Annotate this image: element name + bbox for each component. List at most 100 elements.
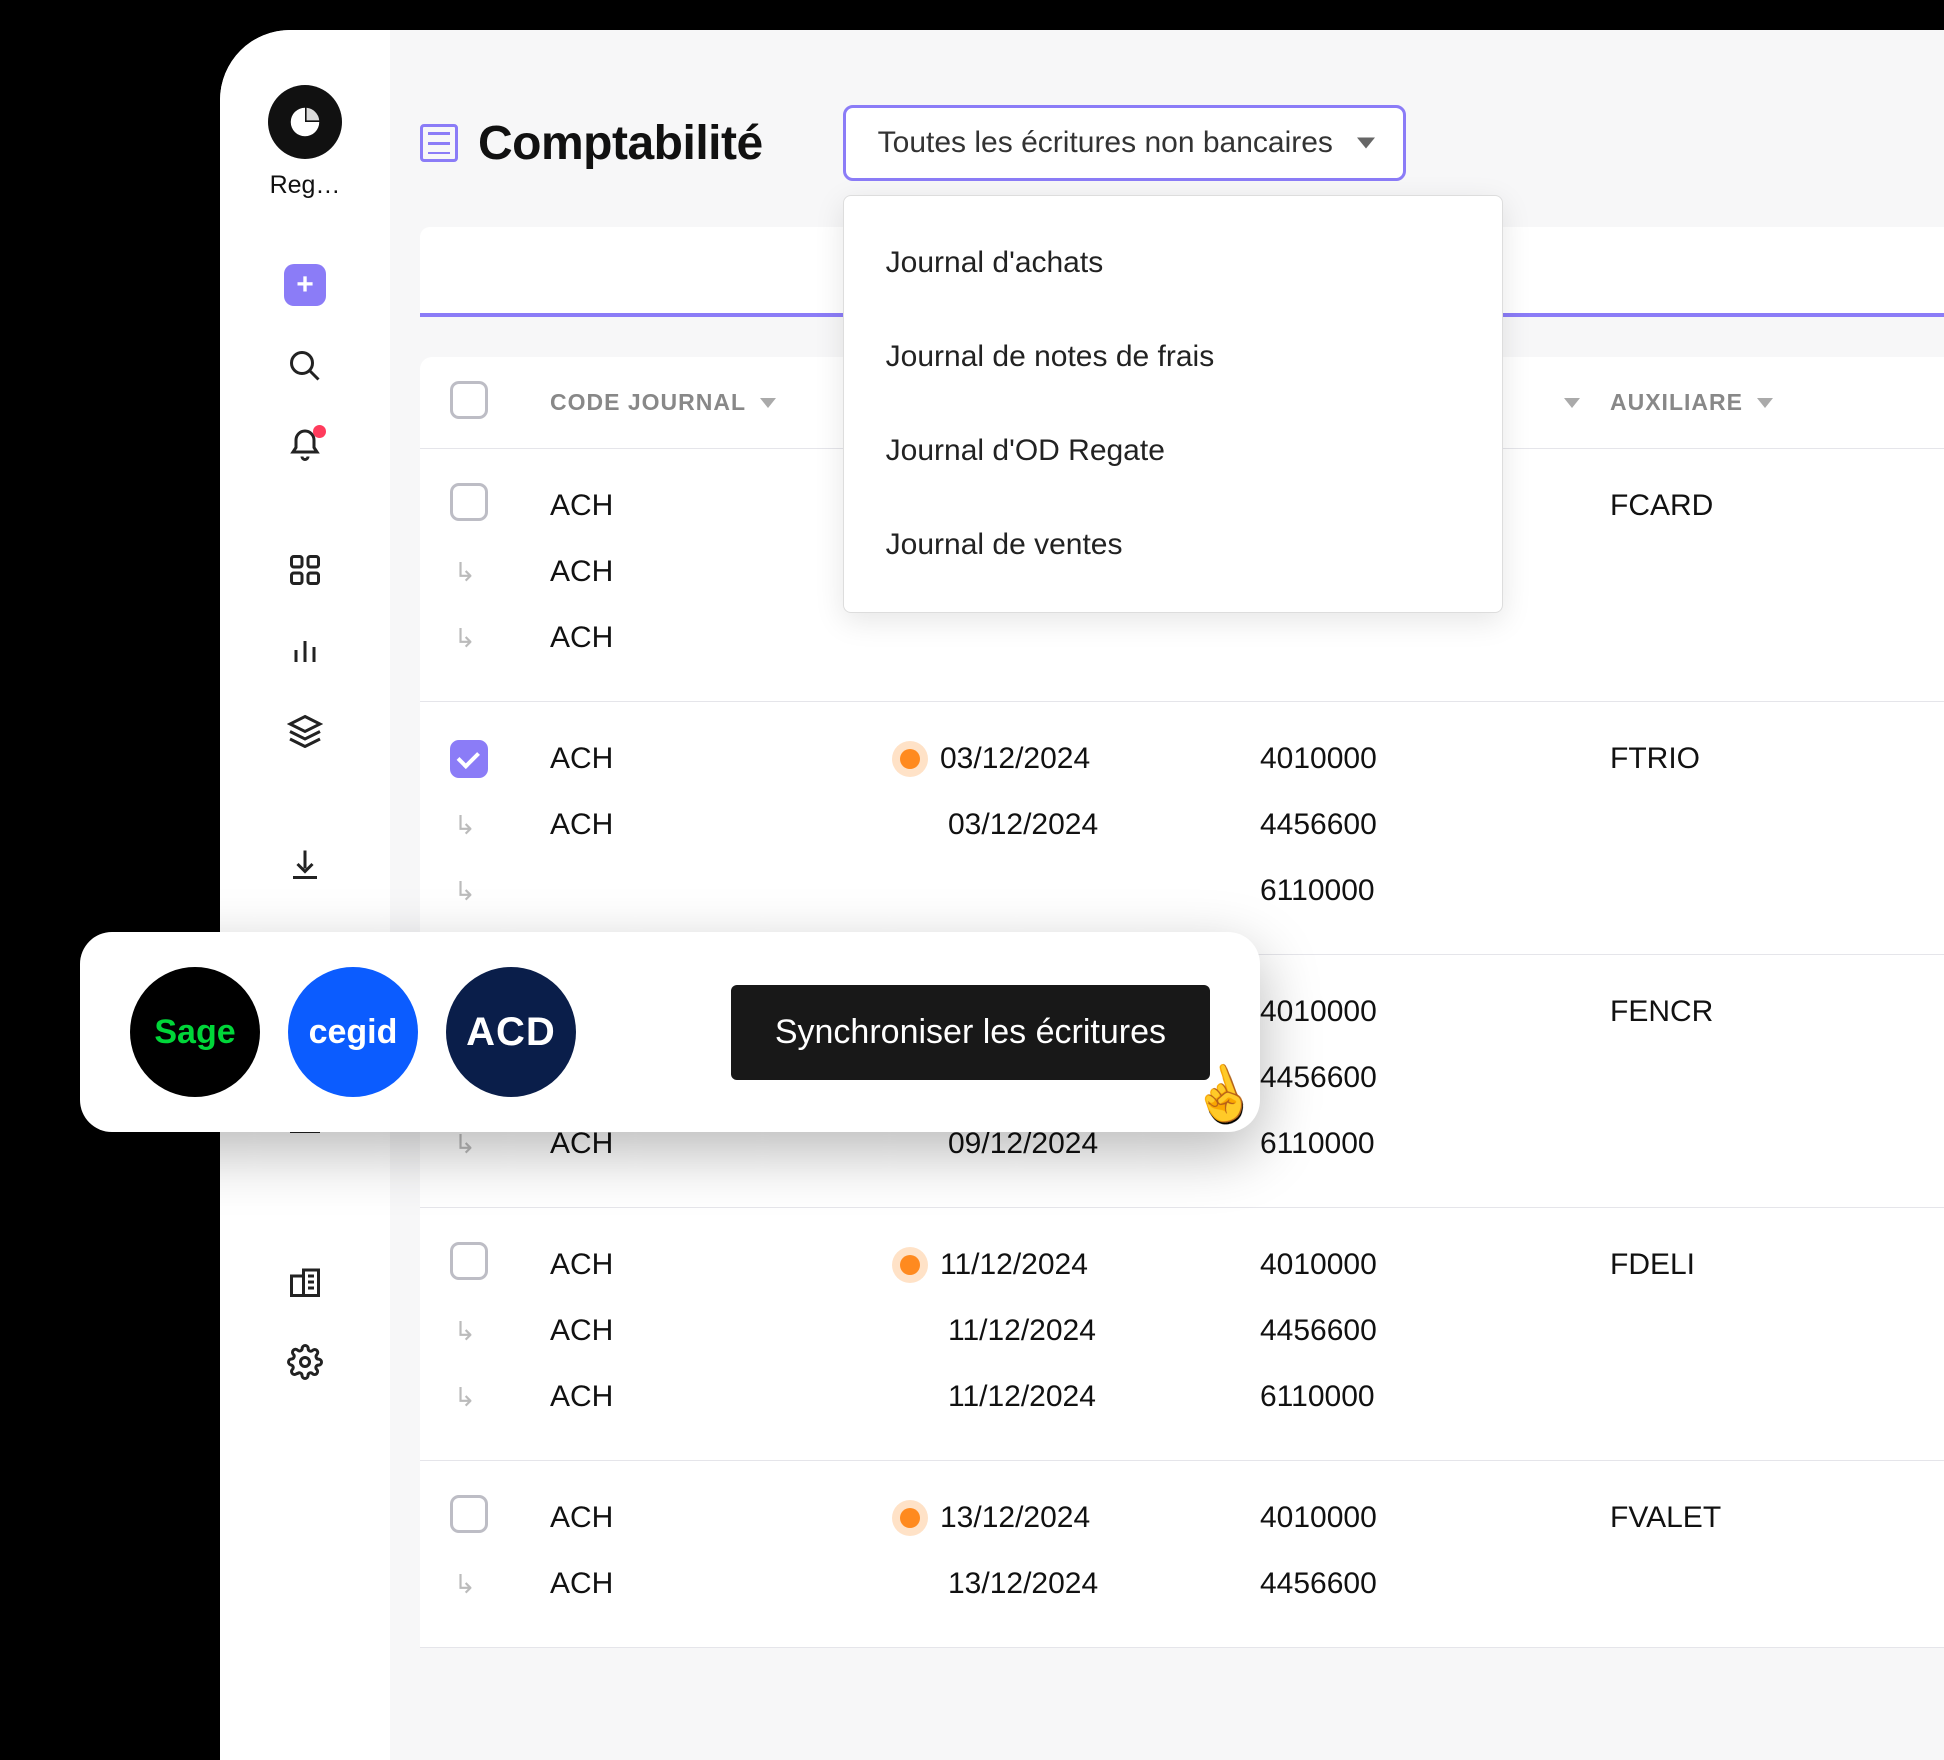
cell-aux: FCARD: [1610, 489, 1870, 523]
journal-option[interactable]: Journal d'OD Regate: [844, 404, 1502, 498]
nav-group-primary: +: [284, 264, 326, 466]
cell-aux: FVALET: [1610, 1501, 1870, 1535]
page-header: Comptabilité Toutes les écritures non ba…: [420, 105, 1944, 181]
cell-account: 6110000: [1260, 1380, 1610, 1414]
sort-caret-icon: [1757, 398, 1773, 408]
bar-chart-icon[interactable]: [285, 630, 325, 670]
cell-account: 4456600: [1260, 1314, 1610, 1348]
page-title: Comptabilité: [478, 116, 763, 171]
table-row[interactable]: ↳ ACH: [450, 605, 1920, 671]
cursor-hand-icon: ☝: [1182, 1054, 1264, 1133]
download-icon[interactable]: [285, 844, 325, 884]
cell-account: 4010000: [1260, 995, 1610, 1029]
cell-account: 4010000: [1260, 742, 1610, 776]
entry-group: ACH03/12/20244010000FTRIO ↳ ACH03/12/20244…: [420, 702, 1944, 955]
table-row[interactable]: ↳ 6110000: [450, 858, 1920, 924]
status-dot-icon: [900, 749, 920, 769]
journal-option[interactable]: Journal de notes de frais: [844, 310, 1502, 404]
cell-account: 4456600: [1260, 1061, 1610, 1095]
nav-group-footer: [285, 1262, 325, 1382]
table-row[interactable]: ↳ ACH11/12/20244456600: [450, 1298, 1920, 1364]
cell-aux: FENCR: [1610, 995, 1870, 1029]
child-arrow-icon: ↳: [454, 1316, 484, 1347]
row-checkbox[interactable]: [450, 1495, 488, 1533]
column-auxiliaire[interactable]: AUXILIARE: [1610, 389, 1870, 416]
main-content: Comptabilité Toutes les écritures non ba…: [390, 30, 1944, 1760]
sync-popover: Sage cegid ACD Synchroniser les écriture…: [80, 932, 1260, 1132]
table-row[interactable]: ↳ ACH11/12/20246110000: [450, 1364, 1920, 1430]
cell-account: 4456600: [1260, 1567, 1610, 1601]
cell-code: ACH: [550, 1567, 900, 1601]
integration-cegid[interactable]: cegid: [288, 967, 418, 1097]
child-arrow-icon: ↳: [454, 1382, 484, 1413]
journal-filter-trigger[interactable]: Toutes les écritures non bancaires: [843, 105, 1406, 181]
cell-date: 11/12/2024: [900, 1314, 1260, 1348]
notifications-icon[interactable]: [285, 426, 325, 466]
cell-code: ACH: [550, 808, 900, 842]
cell-code: ACH: [550, 1380, 900, 1414]
chevron-down-icon: [1357, 138, 1375, 149]
child-arrow-icon: ↳: [454, 557, 484, 588]
cell-account: 6110000: [1260, 1127, 1610, 1161]
table-row[interactable]: ACH03/12/20244010000FTRIO: [450, 726, 1920, 792]
journal-option[interactable]: Journal de ventes: [844, 498, 1502, 592]
journal-filter-label: Toutes les écritures non bancaires: [878, 126, 1333, 160]
integration-sage[interactable]: Sage: [130, 967, 260, 1097]
app-frame: Reg… +: [220, 30, 1944, 1760]
search-icon[interactable]: [285, 346, 325, 386]
table-row[interactable]: ACH11/12/20244010000FDELI: [450, 1232, 1920, 1298]
status-dot-icon: [900, 1255, 920, 1275]
cell-account: 4010000: [1260, 1248, 1610, 1282]
journal-filter-menu: Journal d'achats Journal de notes de fra…: [843, 195, 1503, 613]
app-logo[interactable]: [268, 85, 342, 159]
row-checkbox[interactable]: [450, 1242, 488, 1280]
cell-aux: FDELI: [1610, 1248, 1870, 1282]
cell-code: ACH: [550, 1314, 900, 1348]
logo-icon: [286, 103, 324, 141]
sort-caret-icon: [760, 398, 776, 408]
add-button[interactable]: +: [284, 264, 326, 306]
row-checkbox[interactable]: [450, 483, 488, 521]
select-all-checkbox[interactable]: [450, 381, 488, 419]
child-arrow-icon: ↳: [454, 810, 484, 841]
table-row[interactable]: ↳ ACH13/12/20244456600: [450, 1551, 1920, 1617]
cell-date: 03/12/2024: [900, 808, 1260, 842]
cell-date: 13/12/2024: [900, 1501, 1260, 1535]
table-row[interactable]: ACH13/12/20244010000FVALET: [450, 1485, 1920, 1551]
layers-icon[interactable]: [285, 710, 325, 750]
cell-code: ACH: [550, 621, 900, 655]
dashboard-icon[interactable]: [285, 550, 325, 590]
sync-button[interactable]: Synchroniser les écritures ☝: [731, 985, 1210, 1080]
nav-group-tertiary: [285, 844, 325, 884]
table-row[interactable]: ↳ ACH03/12/20244456600: [450, 792, 1920, 858]
integration-acd[interactable]: ACD: [446, 967, 576, 1097]
calculator-icon: [420, 124, 458, 162]
row-checkbox[interactable]: [450, 740, 488, 778]
building-icon[interactable]: [285, 1262, 325, 1302]
cell-account: 4456600: [1260, 808, 1610, 842]
cell-date: 03/12/2024: [900, 742, 1260, 776]
nav-group-secondary: [285, 550, 325, 750]
child-arrow-icon: ↳: [454, 876, 484, 907]
cell-code: ACH: [550, 1501, 900, 1535]
entry-group: ACH11/12/20244010000FDELI↳ACH11/12/20244…: [420, 1208, 1944, 1461]
entry-group: ACH13/12/20244010000FVALET ↳ ACH13/12/2024…: [420, 1461, 1944, 1648]
status-dot-icon: [900, 1508, 920, 1528]
gear-icon[interactable]: [285, 1342, 325, 1382]
child-arrow-icon: ↳: [454, 1129, 484, 1160]
cell-date: 11/12/2024: [900, 1380, 1260, 1414]
journal-option[interactable]: Journal d'achats: [844, 216, 1502, 310]
cell-date: 13/12/2024: [900, 1567, 1260, 1601]
sidebar: Reg… +: [220, 30, 390, 1760]
sort-caret-icon: [1564, 398, 1580, 408]
cell-date: 11/12/2024: [900, 1248, 1260, 1282]
cell-aux: FTRIO: [1610, 742, 1870, 776]
cell-code: ACH: [550, 1248, 900, 1282]
cell-account: 6110000: [1260, 874, 1610, 908]
cell-account: 4010000: [1260, 1501, 1610, 1535]
notification-dot: [313, 425, 326, 438]
journal-filter: Toutes les écritures non bancaires Journ…: [843, 105, 1406, 181]
child-arrow-icon: ↳: [454, 1569, 484, 1600]
child-arrow-icon: ↳: [454, 623, 484, 654]
cell-code: ACH: [550, 742, 900, 776]
